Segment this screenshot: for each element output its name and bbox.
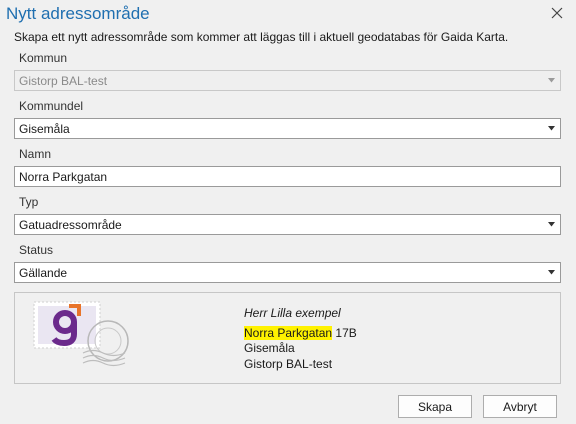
street-name-highlight: Norra Parkgatan bbox=[244, 325, 333, 340]
namn-input[interactable]: Norra Parkgatan bbox=[14, 166, 561, 187]
chevron-down-icon bbox=[544, 126, 558, 131]
postage-stamp-icon bbox=[33, 301, 129, 367]
dialog-title: Nytt adressområde bbox=[6, 4, 150, 23]
status-select[interactable]: Gällande bbox=[14, 262, 561, 283]
new-address-area-dialog: Nytt adressområde Skapa ett nytt adresso… bbox=[0, 0, 576, 424]
create-button[interactable]: Skapa bbox=[398, 395, 472, 418]
address-preview: Herr Lilla exempel Norra Parkgatan 17B G… bbox=[14, 292, 561, 384]
typ-select[interactable]: Gatuadressområde bbox=[14, 214, 561, 235]
street-line: Norra Parkgatan 17B bbox=[244, 325, 357, 342]
kommundel-label: Kommundel bbox=[19, 99, 84, 113]
namn-value: Norra Parkgatan bbox=[19, 169, 108, 184]
kommundel-select[interactable]: Gisemåla bbox=[14, 118, 561, 139]
kommun-label: Kommun bbox=[19, 51, 68, 65]
chevron-down-icon bbox=[544, 222, 558, 227]
locality-line: Gisemåla bbox=[244, 341, 295, 355]
status-label: Status bbox=[19, 243, 54, 257]
kommun-select: Gistorp BAL-test bbox=[14, 70, 561, 91]
close-button[interactable] bbox=[546, 2, 568, 24]
cancel-button[interactable]: Avbryt bbox=[483, 395, 557, 418]
namn-label: Namn bbox=[19, 147, 52, 161]
typ-value: Gatuadressområde bbox=[19, 217, 122, 232]
close-icon bbox=[551, 7, 563, 19]
recipient-name: Herr Lilla exempel bbox=[244, 306, 341, 320]
dialog-subtitle: Skapa ett nytt adressområde som kommer a… bbox=[14, 30, 509, 44]
chevron-down-icon bbox=[544, 78, 558, 83]
chevron-down-icon bbox=[544, 270, 558, 275]
address-block: Herr Lilla exempel Norra Parkgatan 17B G… bbox=[244, 306, 357, 372]
kommundel-value: Gisemåla bbox=[19, 121, 70, 136]
status-value: Gällande bbox=[19, 265, 68, 280]
kommun-value: Gistorp BAL-test bbox=[19, 73, 108, 88]
municipality-line: Gistorp BAL-test bbox=[244, 356, 333, 371]
street-number: 17B bbox=[335, 325, 357, 340]
typ-label: Typ bbox=[19, 195, 39, 209]
